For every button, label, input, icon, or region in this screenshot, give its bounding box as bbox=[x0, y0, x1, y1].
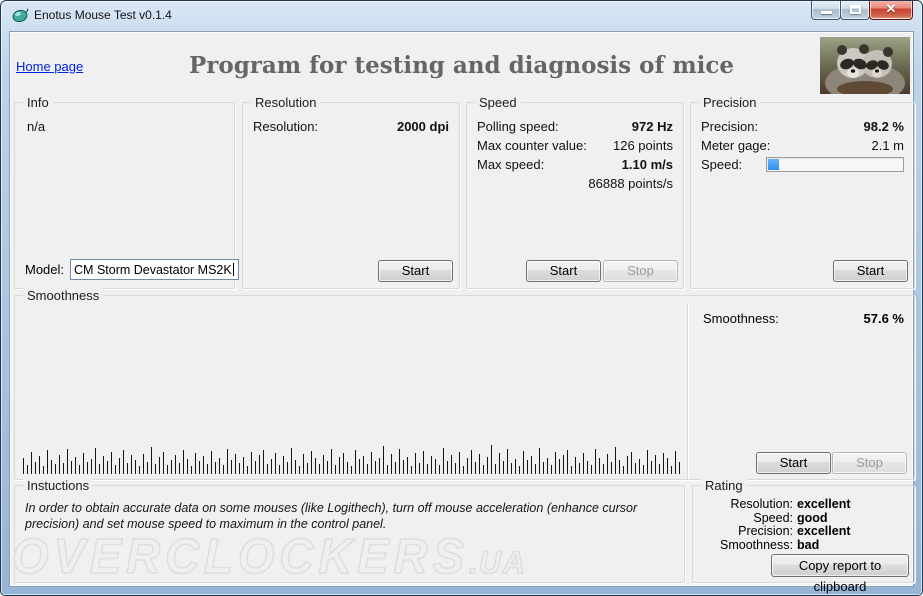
rating-resolution-value: excellent bbox=[797, 497, 851, 511]
client-area: Home page Program for testing and diagno… bbox=[9, 31, 915, 594]
title-bar[interactable]: Enotus Mouse Test v0.1.4 ✕ bbox=[1, 1, 922, 31]
model-input[interactable]: CM Storm Devastator MS2K bbox=[70, 259, 240, 280]
speed-groupbox: Speed Polling speed: 972 Hz Max counter … bbox=[466, 95, 684, 289]
max-counter-label: Max counter value: bbox=[477, 138, 587, 153]
rating-groupbox: Rating Resolution: excellent Speed: good… bbox=[692, 478, 915, 594]
smoothness-stop-button[interactable]: Stop bbox=[832, 452, 907, 474]
window-title: Enotus Mouse Test v0.1.4 bbox=[34, 8, 172, 22]
max-speed-value: 1.10 m/s bbox=[621, 157, 673, 172]
precision-groupbox: Precision Precision: 98.2 % Meter gage: … bbox=[690, 95, 915, 289]
minimize-icon bbox=[821, 11, 832, 14]
speed-stop-button[interactable]: Stop bbox=[603, 260, 678, 282]
instructions-groupbox: Instuctions In order to obtain accurate … bbox=[14, 478, 685, 583]
copy-report-button[interactable]: Copy report to clipboard bbox=[771, 554, 909, 594]
rating-smoothness-value: bad bbox=[797, 537, 820, 552]
max-speed-label: Max speed: bbox=[477, 157, 545, 172]
info-status: n/a bbox=[27, 119, 46, 134]
meter-gage-value: 2.1 m bbox=[871, 138, 904, 153]
vertical-divider bbox=[687, 304, 688, 479]
maximize-button[interactable] bbox=[840, 1, 870, 20]
smoothness-start-button[interactable]: Start bbox=[756, 452, 831, 474]
info-legend: Info bbox=[23, 95, 53, 110]
mouse-app-icon bbox=[12, 8, 29, 23]
rating-row-speed: Speed: good bbox=[753, 510, 828, 525]
close-icon: ✕ bbox=[885, 1, 897, 16]
model-label: Model: bbox=[25, 262, 65, 277]
precision-start-button[interactable]: Start bbox=[833, 260, 908, 282]
info-groupbox: Info n/a Model: CM Storm Devastator MS2K bbox=[14, 95, 240, 289]
polling-speed-value: 972 Hz bbox=[631, 119, 673, 134]
rating-row-smoothness: Smoothness: bad bbox=[720, 537, 820, 552]
resolution-start-button[interactable]: Start bbox=[378, 260, 453, 282]
precision-value: 98.2 % bbox=[863, 119, 904, 134]
app-window: Enotus Mouse Test v0.1.4 ✕ Home page Pro… bbox=[0, 0, 923, 596]
rating-legend: Rating bbox=[701, 478, 747, 493]
close-button[interactable]: ✕ bbox=[869, 1, 913, 20]
resolution-legend: Resolution bbox=[251, 95, 321, 110]
home-page-link[interactable]: Home page bbox=[16, 59, 83, 74]
speed-legend: Speed bbox=[475, 95, 521, 110]
precision-label: Precision: bbox=[701, 119, 759, 134]
smoothness-groupbox: Smoothness Smoothness: 57.6 % Start Stop bbox=[14, 288, 915, 480]
meter-gage-label: Meter gage: bbox=[701, 138, 771, 153]
smoothness-label: Smoothness: bbox=[703, 311, 779, 326]
rating-precision-value: excellent bbox=[797, 524, 851, 538]
max-counter-value: 126 points bbox=[613, 138, 673, 153]
smoothness-legend: Smoothness bbox=[23, 288, 104, 303]
maximize-icon bbox=[850, 5, 861, 14]
resolution-label: Resolution: bbox=[253, 119, 319, 134]
minimize-button[interactable] bbox=[811, 1, 841, 20]
resolution-groupbox: Resolution Resolution: 2000 dpi Start bbox=[242, 95, 460, 289]
instructions-legend: Instuctions bbox=[23, 478, 94, 493]
precision-legend: Precision bbox=[699, 95, 761, 110]
instructions-text: In order to obtain accurate data on some… bbox=[25, 501, 638, 531]
app-heading: Program for testing and diagnosis of mic… bbox=[188, 52, 735, 79]
speed-gauge-label: Speed: bbox=[701, 157, 743, 172]
resolution-value: 2000 dpi bbox=[396, 119, 449, 134]
smoothness-value: 57.6 % bbox=[863, 311, 904, 326]
rating-row-resolution: Resolution: excellent bbox=[730, 497, 851, 511]
polling-speed-label: Polling speed: bbox=[477, 119, 559, 134]
rating-speed-value: good bbox=[797, 510, 828, 525]
smoothness-waveform bbox=[23, 440, 681, 474]
text-caret bbox=[232, 263, 234, 276]
rating-row-precision: Precision: excellent bbox=[738, 524, 851, 538]
points-per-second-value: 86888 points/s bbox=[588, 176, 673, 191]
progress-fill bbox=[768, 159, 779, 170]
speed-progress-bar bbox=[766, 157, 904, 172]
speed-start-button[interactable]: Start bbox=[526, 260, 601, 282]
raccoon-image bbox=[820, 37, 910, 94]
